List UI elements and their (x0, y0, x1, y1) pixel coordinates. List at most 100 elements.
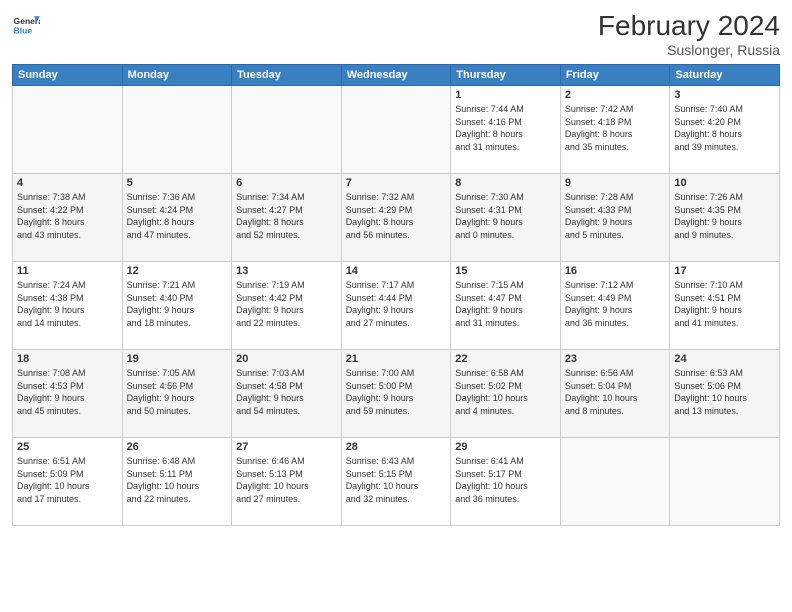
day-number: 8 (455, 177, 556, 189)
day-number: 12 (127, 265, 228, 277)
day-info: Sunrise: 7:17 AM Sunset: 4:44 PM Dayligh… (346, 279, 447, 329)
day-info: Sunrise: 7:28 AM Sunset: 4:33 PM Dayligh… (565, 191, 666, 241)
day-info: Sunrise: 6:41 AM Sunset: 5:17 PM Dayligh… (455, 455, 556, 505)
day-header-thursday: Thursday (451, 65, 561, 86)
calendar-cell: 13 Sunrise: 7:19 AM Sunset: 4:42 PM Dayli… (232, 262, 342, 350)
day-info: Sunrise: 6:46 AM Sunset: 5:13 PM Dayligh… (236, 455, 337, 505)
calendar-week-row: 25 Sunrise: 6:51 AM Sunset: 5:09 PM Dayli… (13, 438, 780, 526)
day-info: Sunrise: 7:26 AM Sunset: 4:35 PM Dayligh… (674, 191, 775, 241)
day-info: Sunrise: 6:48 AM Sunset: 5:11 PM Dayligh… (127, 455, 228, 505)
day-number: 21 (346, 353, 447, 365)
day-info: Sunrise: 6:43 AM Sunset: 5:15 PM Dayligh… (346, 455, 447, 505)
day-number: 2 (565, 89, 666, 101)
day-number: 23 (565, 353, 666, 365)
calendar-cell: 14 Sunrise: 7:17 AM Sunset: 4:44 PM Dayli… (341, 262, 451, 350)
calendar-cell: 17 Sunrise: 7:10 AM Sunset: 4:51 PM Dayli… (670, 262, 780, 350)
calendar-cell: 21 Sunrise: 7:00 AM Sunset: 5:00 PM Dayli… (341, 350, 451, 438)
day-info: Sunrise: 7:00 AM Sunset: 5:00 PM Dayligh… (346, 367, 447, 417)
day-header-saturday: Saturday (670, 65, 780, 86)
day-info: Sunrise: 7:15 AM Sunset: 4:47 PM Dayligh… (455, 279, 556, 329)
calendar-cell: 9 Sunrise: 7:28 AM Sunset: 4:33 PM Daylig… (560, 174, 670, 262)
calendar-cell: 1 Sunrise: 7:44 AM Sunset: 4:16 PM Daylig… (451, 86, 561, 174)
calendar-cell: 24 Sunrise: 6:53 AM Sunset: 5:06 PM Dayli… (670, 350, 780, 438)
day-number: 22 (455, 353, 556, 365)
day-number: 9 (565, 177, 666, 189)
day-info: Sunrise: 7:05 AM Sunset: 4:56 PM Dayligh… (127, 367, 228, 417)
calendar-cell: 22 Sunrise: 6:58 AM Sunset: 5:02 PM Dayli… (451, 350, 561, 438)
day-info: Sunrise: 7:19 AM Sunset: 4:42 PM Dayligh… (236, 279, 337, 329)
calendar-cell: 8Sunrise: 7:30 AM Sunset: 4:31 PM Daylig… (451, 174, 561, 262)
calendar-cell: 7 Sunrise: 7:32 AM Sunset: 4:29 PM Daylig… (341, 174, 451, 262)
day-info: Sunrise: 6:53 AM Sunset: 5:06 PM Dayligh… (674, 367, 775, 417)
day-number: 14 (346, 265, 447, 277)
day-number: 16 (565, 265, 666, 277)
day-info: Sunrise: 7:34 AM Sunset: 4:27 PM Dayligh… (236, 191, 337, 241)
calendar-cell (122, 86, 232, 174)
day-info: Sunrise: 7:36 AM Sunset: 4:24 PM Dayligh… (127, 191, 228, 241)
day-info: Sunrise: 7:32 AM Sunset: 4:29 PM Dayligh… (346, 191, 447, 241)
calendar-week-row: 1 Sunrise: 7:44 AM Sunset: 4:16 PM Daylig… (13, 86, 780, 174)
calendar-cell (670, 438, 780, 526)
day-number: 18 (17, 353, 118, 365)
day-number: 11 (17, 265, 118, 277)
calendar-cell (232, 86, 342, 174)
day-info: Sunrise: 7:10 AM Sunset: 4:51 PM Dayligh… (674, 279, 775, 329)
day-header-monday: Monday (122, 65, 232, 86)
logo: General Blue (12, 10, 40, 38)
day-number: 24 (674, 353, 775, 365)
month-title: February 2024 (598, 10, 780, 42)
day-info: Sunrise: 7:42 AM Sunset: 4:18 PM Dayligh… (565, 103, 666, 153)
calendar-week-row: 18Sunrise: 7:08 AM Sunset: 4:53 PM Dayli… (13, 350, 780, 438)
logo-icon: General Blue (12, 10, 40, 38)
calendar-cell: 27 Sunrise: 6:46 AM Sunset: 5:13 PM Dayli… (232, 438, 342, 526)
day-number: 13 (236, 265, 337, 277)
day-info: Sunrise: 7:21 AM Sunset: 4:40 PM Dayligh… (127, 279, 228, 329)
day-number: 7 (346, 177, 447, 189)
calendar-cell: 26 Sunrise: 6:48 AM Sunset: 5:11 PM Dayli… (122, 438, 232, 526)
day-number: 20 (236, 353, 337, 365)
day-info: Sunrise: 7:03 AM Sunset: 4:58 PM Dayligh… (236, 367, 337, 417)
calendar-cell: 25 Sunrise: 6:51 AM Sunset: 5:09 PM Dayli… (13, 438, 123, 526)
day-number: 6 (236, 177, 337, 189)
calendar-cell: 19 Sunrise: 7:05 AM Sunset: 4:56 PM Dayli… (122, 350, 232, 438)
day-info: Sunrise: 7:44 AM Sunset: 4:16 PM Dayligh… (455, 103, 556, 153)
calendar-cell: 4 Sunrise: 7:38 AM Sunset: 4:22 PM Daylig… (13, 174, 123, 262)
day-info: Sunrise: 7:24 AM Sunset: 4:38 PM Dayligh… (17, 279, 118, 329)
day-header-sunday: Sunday (13, 65, 123, 86)
day-info: Sunrise: 7:38 AM Sunset: 4:22 PM Dayligh… (17, 191, 118, 241)
day-number: 25 (17, 441, 118, 453)
calendar-cell: 28Sunrise: 6:43 AM Sunset: 5:15 PM Dayli… (341, 438, 451, 526)
day-number: 29 (455, 441, 556, 453)
day-info: Sunrise: 7:40 AM Sunset: 4:20 PM Dayligh… (674, 103, 775, 153)
day-number: 26 (127, 441, 228, 453)
day-number: 17 (674, 265, 775, 277)
calendar-cell: 15 Sunrise: 7:15 AM Sunset: 4:47 PM Dayli… (451, 262, 561, 350)
day-header-tuesday: Tuesday (232, 65, 342, 86)
day-number: 27 (236, 441, 337, 453)
day-number: 1 (455, 89, 556, 101)
calendar-cell: 6 Sunrise: 7:34 AM Sunset: 4:27 PM Daylig… (232, 174, 342, 262)
calendar-header-row: SundayMondayTuesdayWednesdayThursdayFrid… (13, 65, 780, 86)
calendar-cell: 18Sunrise: 7:08 AM Sunset: 4:53 PM Dayli… (13, 350, 123, 438)
calendar-cell: 3 Sunrise: 7:40 AM Sunset: 4:20 PM Daylig… (670, 86, 780, 174)
calendar-week-row: 11 Sunrise: 7:24 AM Sunset: 4:38 PM Dayli… (13, 262, 780, 350)
calendar-cell (13, 86, 123, 174)
day-info: Sunrise: 6:51 AM Sunset: 5:09 PM Dayligh… (17, 455, 118, 505)
page-header: General Blue February 2024 Suslonger, Ru… (12, 10, 780, 58)
day-info: Sunrise: 7:12 AM Sunset: 4:49 PM Dayligh… (565, 279, 666, 329)
day-info: Sunrise: 6:58 AM Sunset: 5:02 PM Dayligh… (455, 367, 556, 417)
calendar-table: SundayMondayTuesdayWednesdayThursdayFrid… (12, 64, 780, 526)
calendar-cell (560, 438, 670, 526)
day-number: 4 (17, 177, 118, 189)
calendar-cell: 23 Sunrise: 6:56 AM Sunset: 5:04 PM Dayli… (560, 350, 670, 438)
day-number: 15 (455, 265, 556, 277)
calendar-cell: 12 Sunrise: 7:21 AM Sunset: 4:40 PM Dayli… (122, 262, 232, 350)
calendar-cell: 29 Sunrise: 6:41 AM Sunset: 5:17 PM Dayli… (451, 438, 561, 526)
calendar-cell: 11 Sunrise: 7:24 AM Sunset: 4:38 PM Dayli… (13, 262, 123, 350)
location: Suslonger, Russia (598, 42, 780, 58)
day-number: 19 (127, 353, 228, 365)
day-info: Sunrise: 6:56 AM Sunset: 5:04 PM Dayligh… (565, 367, 666, 417)
day-number: 5 (127, 177, 228, 189)
svg-text:Blue: Blue (14, 25, 33, 35)
day-number: 3 (674, 89, 775, 101)
